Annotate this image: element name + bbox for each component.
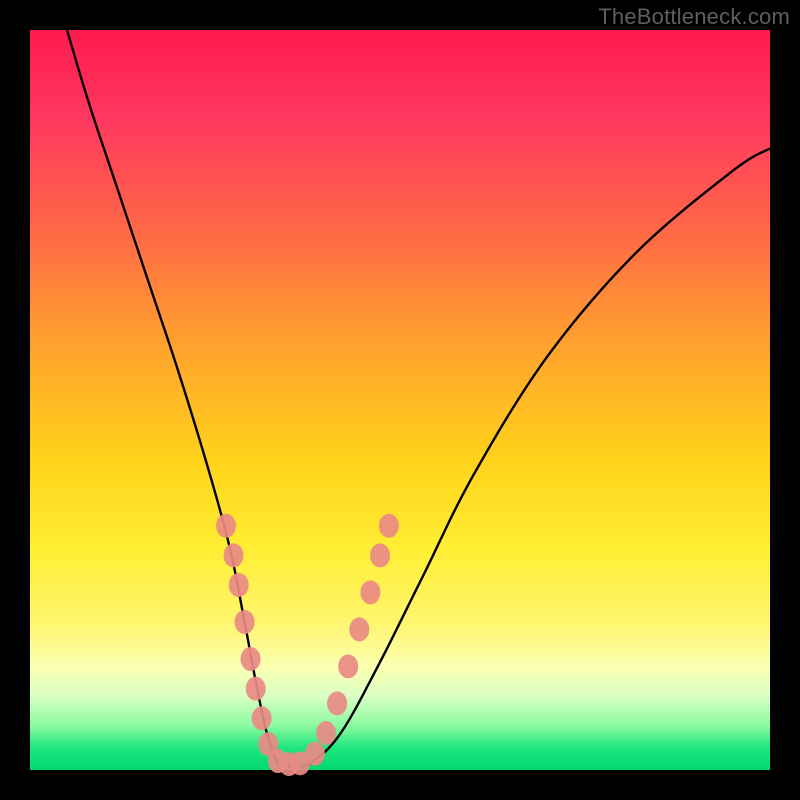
chart-frame: TheBottleneck.com bbox=[0, 0, 800, 800]
watermark-text: TheBottleneck.com bbox=[598, 4, 790, 30]
marker-dot bbox=[379, 514, 399, 538]
curve-layer bbox=[30, 30, 770, 770]
bottleneck-curve bbox=[67, 30, 770, 767]
marker-dot bbox=[229, 573, 249, 597]
marker-dot bbox=[216, 514, 236, 538]
marker-dot bbox=[360, 580, 380, 604]
marker-dot bbox=[316, 721, 336, 745]
bottleneck-curve-path bbox=[67, 30, 770, 767]
marker-dot bbox=[327, 691, 347, 715]
highlighted-points bbox=[216, 514, 399, 776]
marker-dot bbox=[246, 677, 266, 701]
marker-dot bbox=[224, 543, 244, 567]
marker-dot bbox=[252, 706, 272, 730]
marker-dot bbox=[235, 610, 255, 634]
marker-dot bbox=[349, 617, 369, 641]
marker-dot bbox=[370, 543, 390, 567]
marker-dot bbox=[305, 742, 325, 766]
marker-dot bbox=[241, 647, 261, 671]
plot-area bbox=[30, 30, 770, 770]
marker-dot bbox=[338, 654, 358, 678]
